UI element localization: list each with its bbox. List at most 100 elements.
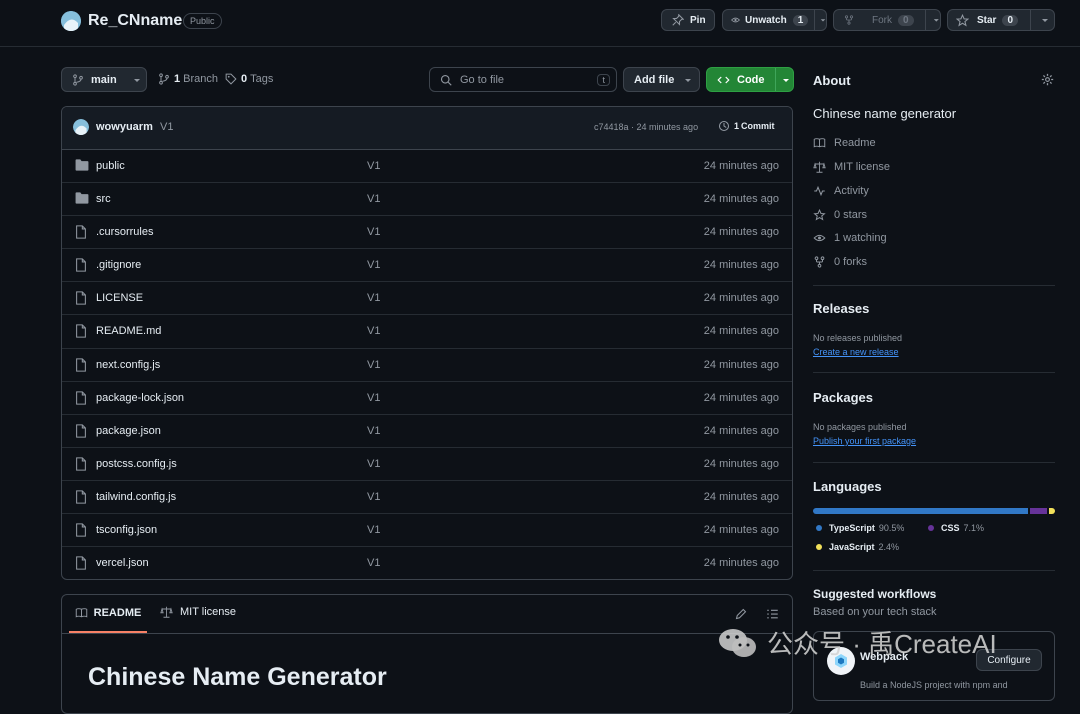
file-commit-message[interactable]: V1 (367, 359, 380, 371)
releases-note: No releases published (813, 333, 903, 343)
about-heading: About (813, 73, 851, 88)
file-commit-message[interactable]: V1 (367, 292, 380, 304)
file-commit-message[interactable]: V1 (367, 193, 380, 205)
activity-link[interactable]: Activity (813, 185, 869, 197)
commit-message[interactable]: V1 (160, 121, 173, 133)
code-label: Code (737, 73, 765, 86)
language-javascript[interactable]: JavaScript 2.4% (816, 542, 899, 552)
language-name: CSS (941, 523, 960, 533)
fork-icon (844, 15, 854, 25)
file-name[interactable]: src (96, 193, 111, 205)
branch-selector[interactable]: main (61, 67, 147, 92)
readme-tab-divider (62, 633, 792, 634)
file-row[interactable]: postcss.config.js V1 24 minutes ago (62, 448, 792, 481)
stars-link[interactable]: 0 stars (813, 209, 867, 221)
chevron-down-icon (685, 78, 692, 82)
fork-button[interactable]: Fork 0 (833, 9, 941, 31)
unwatch-button[interactable]: Unwatch 1 (722, 9, 827, 31)
file-row[interactable]: vercel.json V1 24 minutes ago (62, 547, 792, 579)
pin-label: Pin (690, 14, 706, 26)
file-commit-message[interactable]: V1 (367, 392, 380, 404)
commit-author[interactable]: wowyuarm (96, 121, 153, 133)
tab-readme[interactable]: README (69, 595, 147, 633)
pin-button[interactable]: Pin (661, 9, 715, 31)
file-name[interactable]: LICENSE (96, 292, 143, 304)
file-commit-message[interactable]: V1 (367, 491, 380, 503)
file-name[interactable]: postcss.config.js (96, 458, 177, 470)
watermark-text: 公众号 · 禹CreateAI (767, 629, 997, 659)
tab-license[interactable]: MIT license (160, 606, 236, 618)
file-row[interactable]: tsconfig.json V1 24 minutes ago (62, 514, 792, 548)
file-row[interactable]: next.config.js V1 24 minutes ago (62, 349, 792, 382)
readme-link[interactable]: Readme (813, 137, 876, 149)
go-to-file-input[interactable]: Go to file t (429, 67, 617, 92)
file-name[interactable]: next.config.js (96, 359, 160, 371)
branches-label: Branch (183, 73, 218, 85)
repo-avatar[interactable] (61, 11, 81, 31)
file-name[interactable]: public (96, 160, 125, 172)
edit-pencil-icon[interactable] (735, 608, 747, 620)
releases-heading[interactable]: Releases (813, 301, 869, 316)
commits-link[interactable]: 1 Commit (718, 120, 775, 132)
file-name[interactable]: .cursorrules (96, 226, 153, 238)
file-name[interactable]: vercel.json (96, 557, 149, 569)
branches-link[interactable]: 1 Branch (158, 73, 218, 85)
license-link[interactable]: MIT license (813, 161, 890, 173)
code-button[interactable]: Code (706, 67, 794, 92)
book-icon (813, 138, 826, 148)
file-row[interactable]: src V1 24 minutes ago (62, 183, 792, 217)
file-name[interactable]: README.md (96, 325, 161, 337)
chevron-down-icon[interactable] (1041, 16, 1049, 24)
publish-package-link[interactable]: Publish your first package (813, 436, 916, 446)
chevron-down-icon[interactable] (933, 16, 940, 24)
file-icon (76, 291, 86, 306)
file-row[interactable]: public V1 24 minutes ago (62, 150, 792, 184)
star-button[interactable]: Star 0 (947, 9, 1055, 31)
forks-link[interactable]: 0 forks (813, 256, 867, 268)
author-avatar[interactable] (73, 119, 89, 135)
file-row[interactable]: README.md V1 24 minutes ago (62, 315, 792, 349)
file-commit-message[interactable]: V1 (367, 160, 380, 172)
commit-hash-time[interactable]: c74418a · 24 minutes ago (594, 122, 698, 132)
file-commit-message[interactable]: V1 (367, 425, 380, 437)
language-css[interactable]: CSS 7.1% (928, 523, 984, 533)
gear-icon[interactable] (1041, 73, 1054, 86)
file-row[interactable]: package.json V1 24 minutes ago (62, 415, 792, 448)
add-file-button[interactable]: Add file (623, 67, 700, 92)
file-name[interactable]: tsconfig.json (96, 524, 157, 536)
chevron-down-icon[interactable] (820, 16, 826, 24)
commits-count: 1 (734, 121, 740, 131)
packages-heading[interactable]: Packages (813, 390, 873, 405)
repo-description: Chinese name generator (813, 106, 957, 121)
stars-link-label: 0 stars (834, 209, 868, 221)
file-name[interactable]: tailwind.config.js (96, 491, 176, 503)
tags-link[interactable]: 0 Tags (225, 73, 273, 85)
language-percent: 2.4% (878, 542, 900, 552)
watching-link-label: 1 watching (834, 232, 887, 244)
file-icon (76, 556, 86, 570)
language-typescript[interactable]: TypeScript 90.5% (816, 523, 904, 533)
repo-name[interactable]: Re_CNname (88, 12, 182, 30)
file-row[interactable]: tailwind.config.js V1 24 minutes ago (62, 481, 792, 515)
file-row[interactable]: package-lock.json V1 24 minutes ago (62, 382, 792, 415)
language-percent: 7.1% (963, 523, 985, 533)
file-commit-message[interactable]: V1 (367, 557, 380, 569)
workflow-desc: Build a NodeJS project with npm and (860, 680, 1008, 690)
file-commit-message[interactable]: V1 (367, 259, 380, 271)
watermark: 公众号 · 禹CreateAI (717, 624, 997, 661)
file-date: 24 minutes ago (703, 226, 779, 239)
create-release-link[interactable]: Create a new release (813, 347, 899, 357)
file-row[interactable]: .cursorrules V1 24 minutes ago (62, 216, 792, 250)
outline-list-icon[interactable] (766, 608, 779, 620)
file-row[interactable]: .gitignore V1 24 minutes ago (62, 249, 792, 283)
file-name[interactable]: package.json (96, 425, 161, 437)
file-commit-message[interactable]: V1 (367, 458, 380, 470)
file-row[interactable]: LICENSE V1 24 minutes ago (62, 282, 792, 316)
file-name[interactable]: .gitignore (96, 259, 141, 271)
file-name[interactable]: package-lock.json (96, 392, 184, 404)
file-date: 24 minutes ago (703, 524, 779, 537)
file-commit-message[interactable]: V1 (367, 524, 380, 536)
file-commit-message[interactable]: V1 (367, 226, 380, 238)
file-commit-message[interactable]: V1 (367, 325, 380, 337)
watching-link[interactable]: 1 watching (813, 232, 887, 244)
